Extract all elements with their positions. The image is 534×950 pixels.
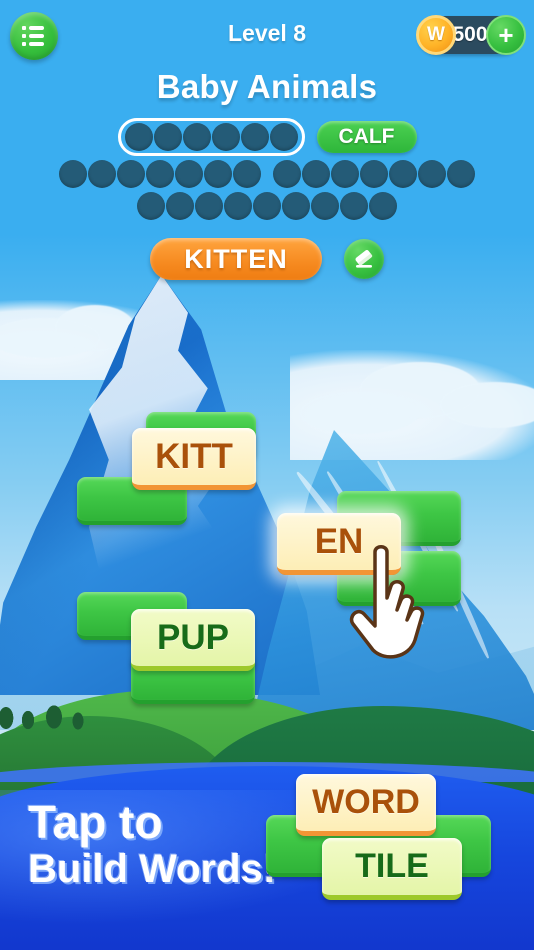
bottom-banner: Tap to Build Words! WORD TILE xyxy=(0,760,534,950)
banner-tile-tile[interactable]: TILE xyxy=(322,838,462,900)
game-screen: Level 8 Baby Animals W 500 + CALF KITTEN… xyxy=(0,0,534,950)
banner-text: Tap to Build Words! xyxy=(28,796,277,891)
banner-line-1: Tap to xyxy=(28,796,163,848)
letter-tile-kitt[interactable]: KITT xyxy=(132,428,256,490)
letter-tile-pup[interactable]: PUP xyxy=(131,609,255,671)
banner-tile-word[interactable]: WORD xyxy=(296,774,436,836)
banner-tile-group: WORD TILE xyxy=(266,760,534,950)
banner-line-2: Build Words! xyxy=(28,846,277,891)
hand-pointer-cursor xyxy=(345,540,465,665)
